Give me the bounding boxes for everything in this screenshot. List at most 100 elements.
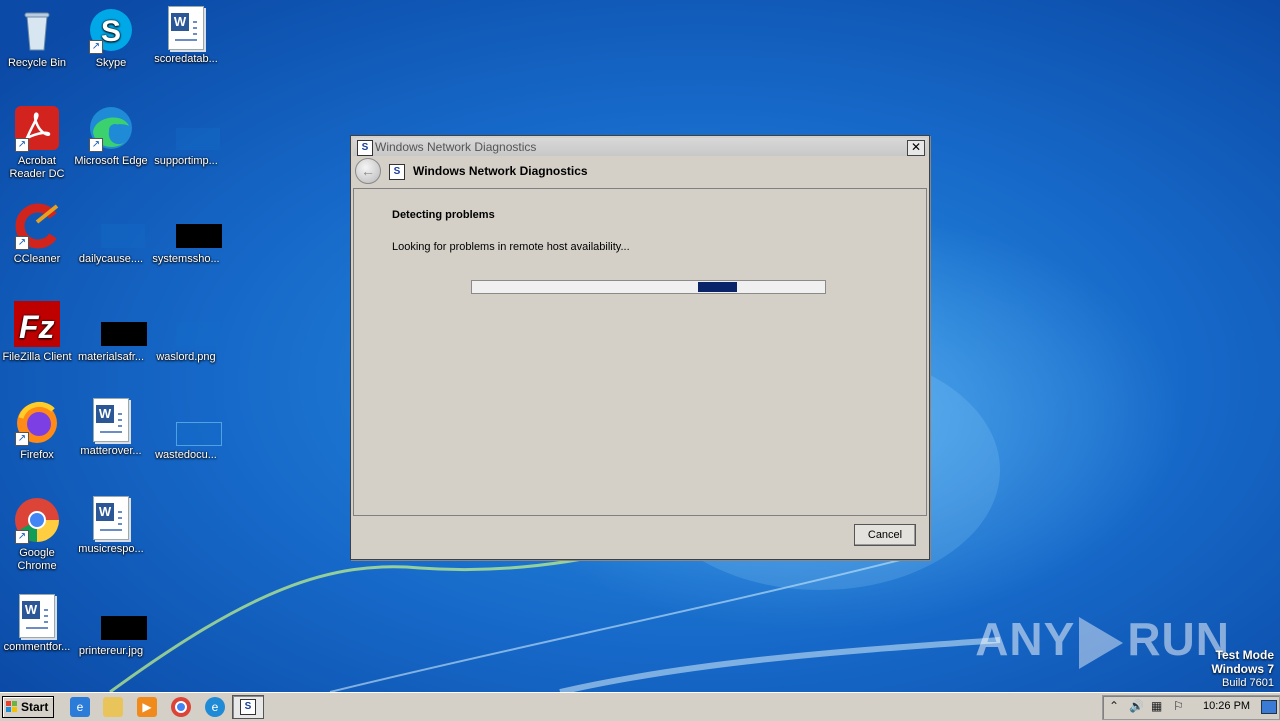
word-document-icon: W	[168, 6, 204, 50]
watermark-left: ANY	[975, 613, 1076, 665]
skype-icon: S ↗	[87, 6, 135, 54]
shortcut-arrow-icon: ↗	[15, 530, 29, 544]
icon-label: FileZilla Client	[2, 351, 72, 363]
build-line: Build 7601	[1222, 677, 1274, 689]
clock[interactable]: 10:26 PM	[1203, 700, 1250, 712]
shortcut-arrow-icon: ↗	[89, 40, 103, 54]
dialog-titlebar[interactable]: S Windows Network Diagnostics ✕	[353, 138, 927, 156]
icon-label: printereur.jpg	[78, 645, 144, 657]
recycle-bin-icon	[13, 6, 61, 54]
desktop-icon-musicrespo[interactable]: W musicrespo...	[74, 496, 148, 556]
windows-logo-icon	[6, 701, 18, 713]
edge-icon: ↗	[87, 104, 135, 152]
chrome-icon[interactable]	[171, 697, 191, 717]
taskbar: Start e ▶ e S ⌃ 🔊 ▦ ⚐ 10:26 PM	[0, 692, 1280, 721]
network-diagnostics-icon: S	[389, 164, 405, 180]
desktop-icon-edge[interactable]: ↗ Microsoft Edge	[74, 104, 148, 168]
chrome-icon: ↗	[13, 496, 61, 544]
network-diagnostics-icon: S	[240, 699, 256, 715]
icon-label: matterover...	[80, 445, 142, 457]
desktop-icon-ccleaner[interactable]: ↗ CCleaner	[0, 202, 74, 266]
image-file-icon	[87, 202, 145, 250]
image-file-icon	[87, 594, 147, 642]
desktop-icon-skype[interactable]: S ↗ Skype	[74, 6, 148, 70]
cancel-button[interactable]: Cancel	[854, 524, 916, 546]
action-center-flag-icon[interactable]: ⚐	[1173, 699, 1184, 713]
firefox-icon: ↗	[13, 398, 61, 446]
progress-marquee	[698, 282, 737, 292]
icon-label: musicrespo...	[78, 543, 144, 555]
icon-label: materialsafr...	[77, 351, 145, 363]
desktop-icon-chrome[interactable]: ↗ Google Chrome	[0, 496, 74, 573]
desktop-icon-wastedocu[interactable]: wastedocu...	[149, 398, 223, 462]
desktop-icon-scoredatab[interactable]: W scoredatab...	[149, 6, 223, 66]
network-diagnostics-icon: S	[357, 140, 373, 156]
os-name-line: Windows 7	[1211, 662, 1274, 676]
wizard-content: Detecting problems Looking for problems …	[353, 188, 927, 516]
acrobat-reader-icon: ↗	[13, 104, 61, 152]
desktop-icon-acrobat[interactable]: ↗ Acrobat Reader DC	[0, 104, 74, 181]
status-text: Looking for problems in remote host avai…	[392, 241, 630, 253]
close-button[interactable]: ✕	[907, 140, 925, 156]
test-mode-line: Test Mode	[1215, 648, 1274, 662]
word-document-icon: W	[93, 398, 129, 442]
wizard-header: ← S Windows Network Diagnostics	[353, 156, 927, 188]
word-document-icon: W	[93, 496, 129, 540]
icon-label: Microsoft Edge	[74, 155, 148, 167]
desktop-icon-printereur[interactable]: printereur.jpg	[74, 594, 148, 658]
icon-label: Firefox	[20, 449, 54, 461]
icon-label: supportimp...	[154, 155, 218, 167]
page-heading: Detecting problems	[392, 209, 495, 221]
system-tray: ⌃ 🔊 ▦ ⚐ 10:26 PM	[1102, 695, 1280, 720]
show-desktop-button[interactable]	[1261, 700, 1277, 714]
image-file-icon	[162, 300, 220, 348]
desktop-icon-filezilla[interactable]: Fz FileZilla Client	[0, 300, 74, 364]
icon-label: wastedocu...	[155, 449, 217, 461]
desktop-icon-supportimp[interactable]: supportimp...	[149, 104, 223, 168]
icon-label: scoredatab...	[154, 53, 218, 65]
back-arrow-icon[interactable]: ←	[355, 158, 381, 184]
media-player-icon[interactable]: ▶	[137, 697, 157, 717]
icon-label: waslord.png	[156, 351, 216, 363]
test-mode-notice: Test Mode Windows 7 Build 7601	[1211, 648, 1274, 690]
shortcut-arrow-icon: ↗	[15, 236, 29, 250]
desktop-icon-matterover[interactable]: W matterover...	[74, 398, 148, 458]
internet-explorer-icon[interactable]: e	[70, 697, 90, 717]
icon-label: Recycle Bin	[7, 57, 67, 69]
icon-label: systemssho...	[152, 253, 220, 265]
start-label: Start	[21, 700, 49, 714]
explorer-folder-icon[interactable]	[103, 697, 123, 717]
icon-label: Google Chrome	[17, 547, 57, 572]
show-hidden-icons-icon[interactable]: ⌃	[1109, 699, 1119, 713]
icon-label: commentfor...	[3, 641, 71, 653]
wizard-title: Windows Network Diagnostics	[413, 164, 588, 178]
edge-icon[interactable]: e	[205, 697, 225, 717]
shortcut-arrow-icon: ↗	[89, 138, 103, 152]
play-icon	[1079, 616, 1124, 669]
icon-label: CCleaner	[13, 253, 61, 265]
icon-label: dailycause....	[78, 253, 144, 265]
progress-bar	[471, 280, 826, 294]
desktop: Recycle Bin ↗ Acrobat Reader DC ↗ CClean…	[0, 0, 1280, 692]
desktop-icon-materialsafr[interactable]: materialsafr...	[74, 300, 148, 364]
network-icon[interactable]: ▦	[1151, 699, 1162, 713]
volume-icon[interactable]: 🔊	[1129, 699, 1144, 713]
taskbar-network-diagnostics[interactable]: S	[232, 695, 264, 719]
dialog-title: Windows Network Diagnostics	[375, 140, 537, 154]
icon-label: Skype	[95, 57, 127, 69]
desktop-icon-waslord[interactable]: waslord.png	[149, 300, 223, 364]
start-button[interactable]: Start	[2, 696, 54, 718]
desktop-icon-systemssho[interactable]: systemssho...	[149, 202, 223, 266]
svg-text:S: S	[101, 15, 121, 48]
network-diagnostics-dialog: S Windows Network Diagnostics ✕ ← S Wind…	[350, 135, 930, 560]
shortcut-arrow-icon: ↗	[15, 138, 29, 152]
image-file-icon	[162, 104, 220, 152]
svg-text:Fz: Fz	[19, 309, 55, 345]
anyrun-watermark: ANY RUN	[975, 612, 1230, 669]
desktop-icon-firefox[interactable]: ↗ Firefox	[0, 398, 74, 462]
desktop-icon-recycle-bin[interactable]: Recycle Bin	[0, 6, 74, 70]
icon-label: Acrobat Reader DC	[9, 155, 65, 180]
desktop-icon-dailycause[interactable]: dailycause....	[74, 202, 148, 266]
shortcut-arrow-icon: ↗	[15, 432, 29, 446]
desktop-icon-commentfor[interactable]: W commentfor...	[0, 594, 74, 654]
